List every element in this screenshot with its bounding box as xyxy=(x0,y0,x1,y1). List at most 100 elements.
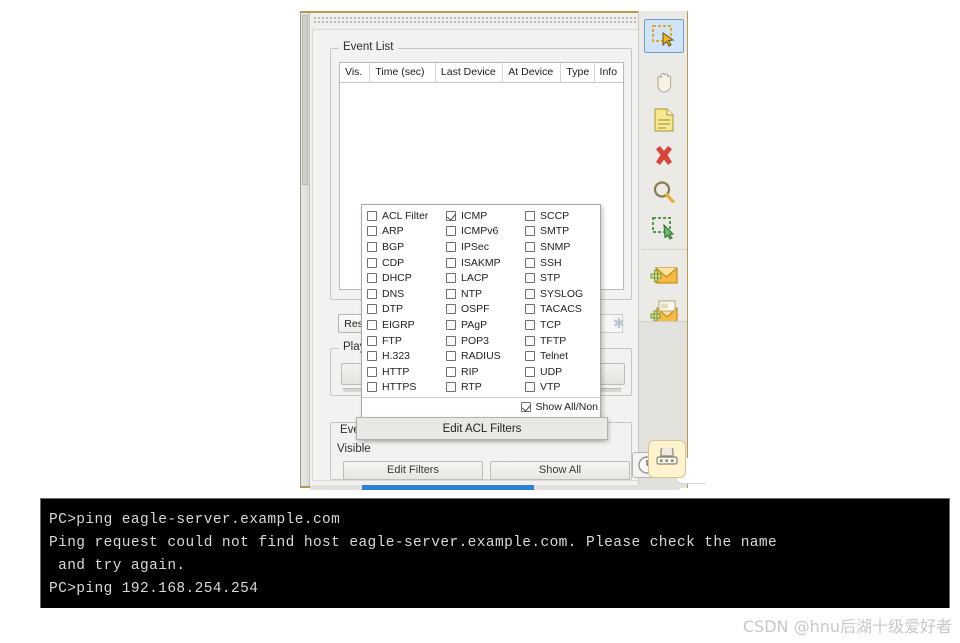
protocol-checkbox[interactable] xyxy=(446,335,456,346)
select-tool-button[interactable] xyxy=(644,19,684,53)
protocol-checkbox-row[interactable]: ACL Filter xyxy=(364,208,443,224)
protocol-checkbox[interactable] xyxy=(525,351,535,362)
protocol-checkbox[interactable] xyxy=(367,241,377,252)
note-tool-button[interactable] xyxy=(644,103,684,137)
protocol-checkbox[interactable] xyxy=(367,226,377,237)
protocol-checkbox[interactable] xyxy=(446,319,456,330)
protocol-checkbox-row[interactable]: FTP xyxy=(364,333,443,349)
event-list-column-header[interactable]: At Device xyxy=(503,63,562,82)
protocol-checkbox[interactable] xyxy=(367,382,377,393)
protocol-checkbox-row[interactable]: EIGRP xyxy=(364,317,443,333)
protocol-checkbox-row[interactable]: DHCP xyxy=(364,270,443,286)
protocol-checkbox[interactable] xyxy=(367,257,377,268)
event-list-column-header[interactable]: Time (sec) xyxy=(370,63,436,82)
show-all-none-checkbox[interactable] xyxy=(520,401,531,412)
protocol-checkbox[interactable] xyxy=(525,226,535,237)
protocol-checkbox[interactable] xyxy=(525,257,535,268)
protocol-checkbox-row[interactable]: STP xyxy=(522,270,600,286)
show-all-none-row[interactable]: Show All/Non xyxy=(362,397,600,415)
panel-drag-handle[interactable] xyxy=(313,16,658,25)
protocol-checkbox-row[interactable]: H.323 xyxy=(364,348,443,364)
protocol-checkbox-row[interactable]: LACP xyxy=(443,270,522,286)
protocol-checkbox[interactable] xyxy=(525,382,535,393)
protocol-checkbox-row[interactable]: CDP xyxy=(364,255,443,271)
event-list-column-header[interactable]: Vis. xyxy=(340,63,371,82)
protocol-checkbox-row[interactable]: BGP xyxy=(364,239,443,255)
protocol-checkbox-row[interactable]: ICMPv6 xyxy=(443,224,522,240)
edit-acl-filters-button[interactable]: Edit ACL Filters xyxy=(356,417,608,440)
workspace-horizontal-scrollbar[interactable] xyxy=(310,485,680,490)
scrollbar-thumb[interactable] xyxy=(302,15,308,185)
protocol-checkbox-row[interactable]: NTP xyxy=(443,286,522,302)
protocol-checkbox-row[interactable]: SCCP xyxy=(522,208,600,224)
protocol-checkbox-row[interactable]: RTP xyxy=(443,380,522,396)
protocol-checkbox-row[interactable]: SMTP xyxy=(522,224,600,240)
protocol-checkbox-row[interactable]: TCP xyxy=(522,317,600,333)
protocol-checkbox[interactable] xyxy=(367,210,377,221)
protocol-checkbox[interactable] xyxy=(446,226,456,237)
protocol-checkbox[interactable] xyxy=(525,288,535,299)
event-list-column-header[interactable]: Last Device xyxy=(436,63,504,82)
protocol-checkbox-row[interactable]: UDP xyxy=(522,364,600,380)
protocol-checkbox-row[interactable]: POP3 xyxy=(443,333,522,349)
protocol-checkbox-row[interactable]: SNMP xyxy=(522,239,600,255)
protocol-checkbox-row[interactable]: ARP xyxy=(364,224,443,240)
protocol-checkbox[interactable] xyxy=(525,210,535,221)
protocol-checkbox[interactable] xyxy=(367,288,377,299)
protocol-checkbox[interactable] xyxy=(525,319,535,330)
protocol-checkbox-row[interactable]: VTP xyxy=(522,380,600,396)
hand-tool-button[interactable] xyxy=(644,65,684,99)
protocol-checkbox[interactable] xyxy=(367,335,377,346)
protocol-checkbox[interactable] xyxy=(525,241,535,252)
protocol-checkbox-row[interactable]: TACACS xyxy=(522,302,600,318)
horizontal-scrollbar-thumb[interactable] xyxy=(362,485,534,490)
show-all-none-checkbox-row[interactable]: Show All/Non xyxy=(518,401,598,413)
protocol-checkbox-row[interactable]: ISAKMP xyxy=(443,255,522,271)
protocol-checkbox[interactable] xyxy=(446,304,456,315)
inspect-tool-button[interactable] xyxy=(644,175,684,209)
protocol-checkbox-row[interactable]: PAgP xyxy=(443,317,522,333)
protocol-checkbox-row[interactable]: RADIUS xyxy=(443,348,522,364)
protocol-checkbox[interactable] xyxy=(446,351,456,362)
protocol-checkbox-row[interactable]: Telnet xyxy=(522,348,600,364)
visible-events-label: Visible xyxy=(337,443,371,455)
panel-vertical-scrollbar[interactable] xyxy=(301,13,310,486)
protocol-checkbox-row[interactable]: ICMP xyxy=(443,208,522,224)
protocol-checkbox[interactable] xyxy=(446,382,456,393)
add-simple-pdu-tool-button[interactable] xyxy=(644,260,684,294)
protocol-checkbox[interactable] xyxy=(367,304,377,315)
protocol-checkbox-row[interactable]: IPSec xyxy=(443,239,522,255)
event-list-column-header[interactable]: Info xyxy=(595,63,623,82)
protocol-checkbox[interactable] xyxy=(367,273,377,284)
protocol-checkbox-row[interactable]: HTTP xyxy=(364,364,443,380)
command-prompt-terminal[interactable]: PC>ping eagle-server.example.com Ping req… xyxy=(40,498,950,608)
protocol-checkbox[interactable] xyxy=(525,366,535,377)
protocol-checkbox[interactable] xyxy=(446,273,456,284)
show-all-button[interactable]: Show All xyxy=(490,461,630,480)
delete-tool-button[interactable] xyxy=(644,139,684,173)
protocol-checkbox[interactable] xyxy=(446,241,456,252)
protocol-checkbox-row[interactable]: DNS xyxy=(364,286,443,302)
protocol-checkbox[interactable] xyxy=(367,366,377,377)
protocol-checkbox-row[interactable]: SSH xyxy=(522,255,600,271)
protocol-checkbox-row[interactable]: DTP xyxy=(364,302,443,318)
device-button[interactable] xyxy=(648,440,686,478)
protocol-checkbox[interactable] xyxy=(525,335,535,346)
protocol-checkbox-row[interactable]: RIP xyxy=(443,364,522,380)
protocol-checkbox[interactable] xyxy=(446,257,456,268)
protocol-label: RTP xyxy=(461,381,482,394)
protocol-checkbox[interactable] xyxy=(525,304,535,315)
protocol-checkbox[interactable] xyxy=(446,210,456,221)
protocol-checkbox-row[interactable]: SYSLOG xyxy=(522,286,600,302)
edit-filters-button[interactable]: Edit Filters xyxy=(343,461,483,480)
protocol-checkbox-row[interactable]: TFTP xyxy=(522,333,600,349)
protocol-checkbox[interactable] xyxy=(367,319,377,330)
protocol-checkbox[interactable] xyxy=(446,288,456,299)
protocol-checkbox-row[interactable]: HTTPS xyxy=(364,380,443,396)
protocol-checkbox[interactable] xyxy=(367,351,377,362)
protocol-checkbox[interactable] xyxy=(525,273,535,284)
protocol-checkbox[interactable] xyxy=(446,366,456,377)
resize-shape-tool-button[interactable] xyxy=(644,211,684,245)
event-list-column-header[interactable]: Type xyxy=(561,63,595,82)
protocol-checkbox-row[interactable]: OSPF xyxy=(443,302,522,318)
